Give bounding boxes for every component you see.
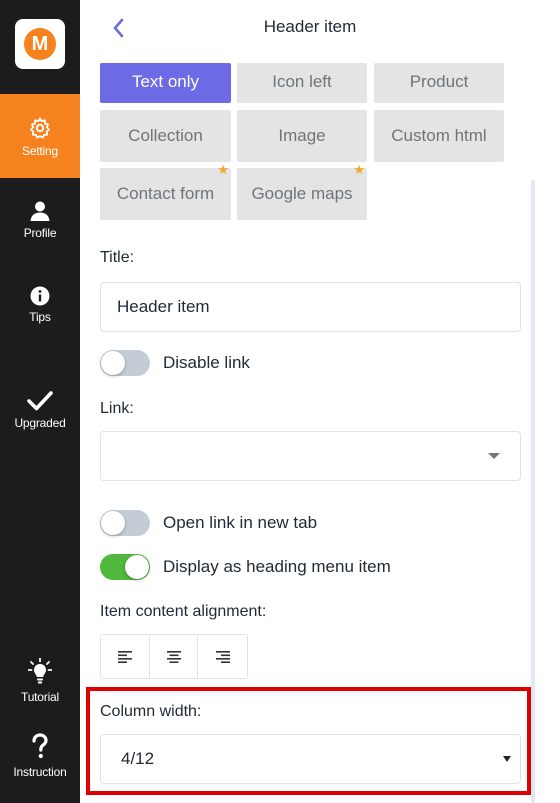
checkmark-icon	[27, 391, 53, 411]
alignment-button-group	[100, 634, 248, 679]
disable-link-label: Disable link	[163, 353, 250, 372]
type-label: Google maps	[251, 184, 353, 203]
type-icon-left-button[interactable]: Icon left	[237, 63, 367, 103]
sidebar-item-profile[interactable]: Profile	[0, 200, 80, 240]
align-center-icon	[166, 650, 181, 663]
align-left-icon	[117, 650, 132, 663]
alignment-label: Item content alignment:	[100, 603, 267, 620]
sidebar-item-tips[interactable]: Tips	[0, 286, 80, 324]
toggle-knob	[125, 555, 149, 579]
type-label: Text only	[131, 72, 200, 91]
open-new-tab-label: Open link in new tab	[163, 513, 318, 532]
type-label: Custom html	[391, 126, 487, 145]
sidebar-item-setting[interactable]: Setting	[0, 94, 80, 178]
highlight-box	[86, 687, 531, 795]
sidebar-item-upgraded[interactable]: Upgraded	[0, 390, 80, 430]
scrollbar[interactable]	[531, 180, 535, 803]
sidebar-item-label: Upgraded	[14, 416, 66, 430]
app-logo[interactable]: M	[15, 19, 65, 69]
type-label: Icon left	[272, 72, 332, 91]
panel-header: Header item	[80, 0, 560, 56]
type-google-maps-button[interactable]: Google maps ★	[237, 163, 367, 220]
sidebar-item-tutorial[interactable]: Tutorial	[0, 658, 80, 704]
type-custom-html-button[interactable]: Custom html	[374, 110, 504, 162]
sidebar-item-label: Tips	[29, 310, 51, 324]
page-title: Header item	[263, 17, 357, 36]
link-label: Link:	[100, 400, 134, 417]
sidebar-item-label: Setting	[22, 144, 58, 158]
sidebar-item-instruction[interactable]: Instruction	[0, 733, 80, 779]
align-right-icon	[215, 650, 230, 663]
toggle-knob	[101, 511, 125, 535]
display-heading-toggle[interactable]	[100, 554, 150, 580]
align-center-button[interactable]	[149, 635, 199, 678]
type-product-button[interactable]: Product	[374, 63, 504, 103]
type-label: Contact form	[116, 184, 215, 203]
type-contact-form-button[interactable]: Contact form ★	[100, 163, 231, 220]
lightbulb-icon	[28, 658, 52, 684]
logo-mark: M	[24, 28, 56, 60]
type-text-only-button[interactable]: Text only	[100, 63, 231, 103]
star-icon: ★	[353, 162, 365, 177]
title-input[interactable]	[100, 282, 521, 332]
open-new-tab-toggle[interactable]	[100, 510, 150, 536]
info-icon	[30, 286, 50, 306]
align-right-button[interactable]	[198, 635, 247, 678]
sidebar-item-label: Profile	[23, 226, 57, 240]
type-label: Product	[409, 72, 469, 91]
link-select[interactable]	[100, 431, 521, 481]
sidebar: M Setting Profile Tips Upgraded Tutorial…	[0, 0, 80, 803]
gear-icon	[30, 117, 50, 139]
type-image-button[interactable]: Image	[237, 110, 367, 162]
type-label: Image	[278, 126, 326, 145]
sidebar-item-label: Tutorial	[21, 690, 59, 704]
align-left-button[interactable]	[101, 635, 150, 678]
user-icon	[30, 201, 50, 221]
type-collection-button[interactable]: Collection	[100, 110, 231, 162]
chevron-down-icon	[488, 453, 500, 459]
star-icon: ★	[217, 162, 229, 177]
sidebar-item-label: Instruction	[13, 765, 67, 779]
type-label: Collection	[128, 126, 203, 145]
display-heading-label: Display as heading menu item	[163, 557, 391, 576]
question-icon	[32, 733, 48, 759]
toggle-knob	[101, 351, 125, 375]
disable-link-toggle[interactable]	[100, 350, 150, 376]
title-label: Title:	[100, 249, 135, 266]
